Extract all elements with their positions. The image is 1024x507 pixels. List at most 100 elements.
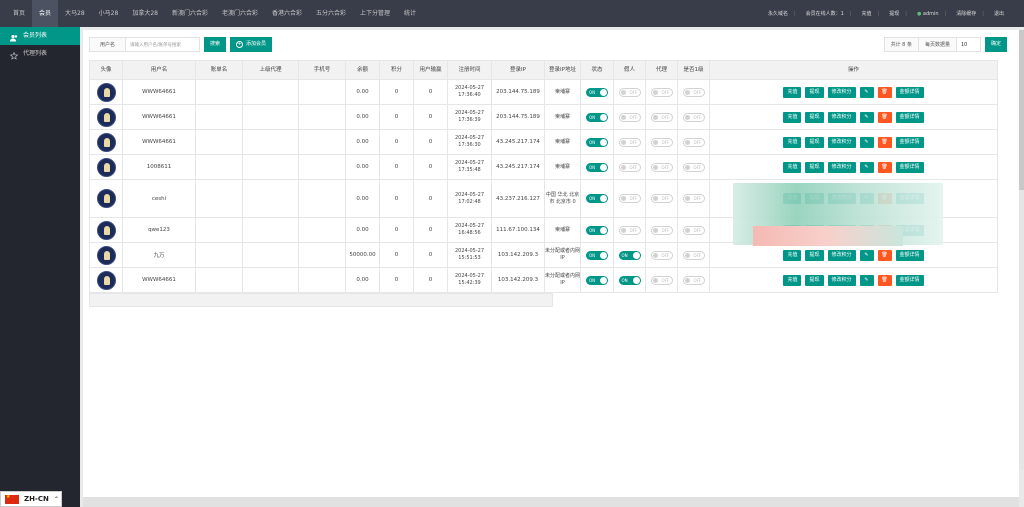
recharge-button[interactable]: 充值: [783, 111, 802, 123]
level1-toggle[interactable]: OFF: [682, 137, 705, 147]
withdraw-button[interactable]: 提现: [805, 161, 824, 173]
edit-icon[interactable]: ✎: [859, 86, 874, 98]
agent-toggle[interactable]: OFF: [650, 194, 673, 203]
status-toggle[interactable]: ON: [586, 87, 608, 97]
level1-toggle[interactable]: OFF: [682, 275, 705, 285]
amount-detail-button[interactable]: 金额详情: [895, 136, 924, 148]
withdraw-button[interactable]: 提现: [805, 111, 824, 123]
withdraw-button[interactable]: 提现: [805, 249, 824, 261]
delete-icon[interactable]: 🗑: [877, 136, 892, 148]
nav-item-7[interactable]: 香港六合彩: [265, 0, 309, 27]
fake-user-toggle[interactable]: OFF: [618, 87, 641, 97]
nav-item-3[interactable]: 小马28: [92, 0, 126, 27]
status-toggle[interactable]: ON: [586, 275, 608, 285]
delete-icon[interactable]: 🗑: [877, 86, 892, 98]
edit-icon[interactable]: ✎: [859, 161, 874, 173]
agent-toggle[interactable]: OFF: [650, 225, 673, 235]
recharge-button[interactable]: 充值: [783, 249, 802, 261]
nav-item-2[interactable]: 大马28: [58, 0, 92, 27]
level1-toggle[interactable]: OFF: [682, 225, 705, 235]
edit-icon[interactable]: ✎: [859, 136, 874, 148]
nav-item-10[interactable]: 统计: [397, 0, 423, 27]
fake-user-toggle[interactable]: OFF: [618, 225, 641, 235]
nav-item-0[interactable]: 首页: [6, 0, 32, 27]
edit-points-button[interactable]: 修改积分: [827, 274, 856, 286]
bill-name-cell: [195, 217, 243, 243]
amount-detail-button[interactable]: 金额详情: [895, 161, 924, 173]
search-button[interactable]: 搜索: [204, 37, 227, 52]
agent-toggle[interactable]: OFF: [650, 112, 673, 122]
withdraw-button[interactable]: 提现: [805, 274, 824, 286]
status-cell: ON: [580, 154, 614, 180]
level1-toggle[interactable]: OFF: [682, 112, 705, 122]
recharge-button[interactable]: 充值: [783, 136, 802, 148]
edit-points-button[interactable]: 修改积分: [827, 111, 856, 123]
language-switcher[interactable]: ZH-CN ⌃: [0, 491, 62, 507]
agent-cell: OFF: [645, 79, 678, 105]
nav-item-9[interactable]: 上下分管理: [353, 0, 397, 27]
edit-points-button[interactable]: 修改积分: [827, 136, 856, 148]
per-page-input[interactable]: 10: [956, 37, 981, 52]
level1-toggle[interactable]: OFF: [682, 250, 705, 260]
delete-icon[interactable]: 🗑: [877, 274, 892, 286]
recharge-link[interactable]: 充值: [862, 10, 872, 17]
scrollbar-thumb[interactable]: [1019, 30, 1024, 190]
sidebar-item-agent-list[interactable]: 代理列表: [0, 45, 80, 63]
agent-toggle[interactable]: OFF: [650, 250, 673, 260]
status-toggle[interactable]: ON: [586, 194, 608, 203]
avatar-cell: [89, 179, 123, 218]
confirm-button[interactable]: 确定: [984, 37, 1007, 52]
delete-icon[interactable]: 🗑: [877, 111, 892, 123]
agent-toggle[interactable]: OFF: [650, 162, 673, 172]
logout-link[interactable]: 退出: [994, 10, 1004, 17]
nav-item-5[interactable]: 新澳门六合彩: [165, 0, 215, 27]
status-toggle[interactable]: ON: [586, 162, 608, 172]
fake-user-toggle[interactable]: ON: [618, 250, 641, 260]
withdraw-button[interactable]: 提现: [805, 136, 824, 148]
fake-user-toggle[interactable]: OFF: [618, 162, 641, 172]
agent-toggle[interactable]: OFF: [650, 87, 673, 97]
status-toggle[interactable]: ON: [586, 250, 608, 260]
recharge-button[interactable]: 充值: [783, 86, 802, 98]
permanent-domain-link[interactable]: 永久域名: [768, 10, 788, 17]
amount-detail-button[interactable]: 金额详情: [895, 274, 924, 286]
edit-points-button[interactable]: 修改积分: [827, 249, 856, 261]
online-count: 会员在线人数：1: [805, 11, 844, 17]
delete-icon[interactable]: 🗑: [877, 249, 892, 261]
edit-icon[interactable]: ✎: [859, 111, 874, 123]
nav-item-1[interactable]: 会员: [32, 0, 59, 27]
agent-toggle[interactable]: OFF: [650, 275, 673, 285]
withdraw-button[interactable]: 提现: [805, 86, 824, 98]
edit-icon[interactable]: ✎: [859, 274, 874, 286]
amount-detail-button[interactable]: 金额详情: [895, 111, 924, 123]
status-toggle[interactable]: ON: [586, 112, 608, 122]
level1-toggle[interactable]: OFF: [682, 87, 705, 97]
fake-user-toggle[interactable]: OFF: [618, 112, 641, 122]
withdraw-link[interactable]: 提现: [889, 10, 899, 17]
recharge-button[interactable]: 充值: [783, 274, 802, 286]
admin-user-menu[interactable]: ● admin: [917, 11, 939, 17]
amount-detail-button[interactable]: 金额详情: [895, 249, 924, 261]
status-toggle[interactable]: ON: [586, 137, 608, 147]
agent-toggle[interactable]: OFF: [650, 137, 673, 147]
clear-cache-link[interactable]: 清除缓存: [956, 10, 976, 17]
edit-points-button[interactable]: 修改积分: [827, 161, 856, 173]
fake-user-toggle[interactable]: OFF: [618, 194, 641, 203]
delete-icon[interactable]: 🗑: [877, 161, 892, 173]
level1-toggle[interactable]: OFF: [682, 194, 705, 203]
level1-toggle[interactable]: OFF: [682, 162, 705, 172]
nav-item-4[interactable]: 加拿大28: [125, 0, 165, 27]
fake-user-toggle[interactable]: OFF: [618, 137, 641, 147]
parent-agent-cell: [242, 79, 299, 105]
nav-item-8[interactable]: 五分六合彩: [309, 0, 353, 27]
edit-points-button[interactable]: 修改积分: [827, 86, 856, 98]
status-toggle[interactable]: ON: [586, 225, 608, 235]
search-input[interactable]: 请输入用户名/账单号搜索: [126, 37, 201, 52]
sidebar-item-member-list[interactable]: 会员列表: [0, 27, 80, 45]
recharge-button[interactable]: 充值: [783, 161, 802, 173]
edit-icon[interactable]: ✎: [859, 249, 874, 261]
add-member-button[interactable]: + 添加会员: [230, 37, 273, 52]
nav-item-6[interactable]: 老澳门六合彩: [215, 0, 265, 27]
fake-user-toggle[interactable]: ON: [618, 275, 641, 285]
amount-detail-button[interactable]: 金额详情: [895, 86, 924, 98]
